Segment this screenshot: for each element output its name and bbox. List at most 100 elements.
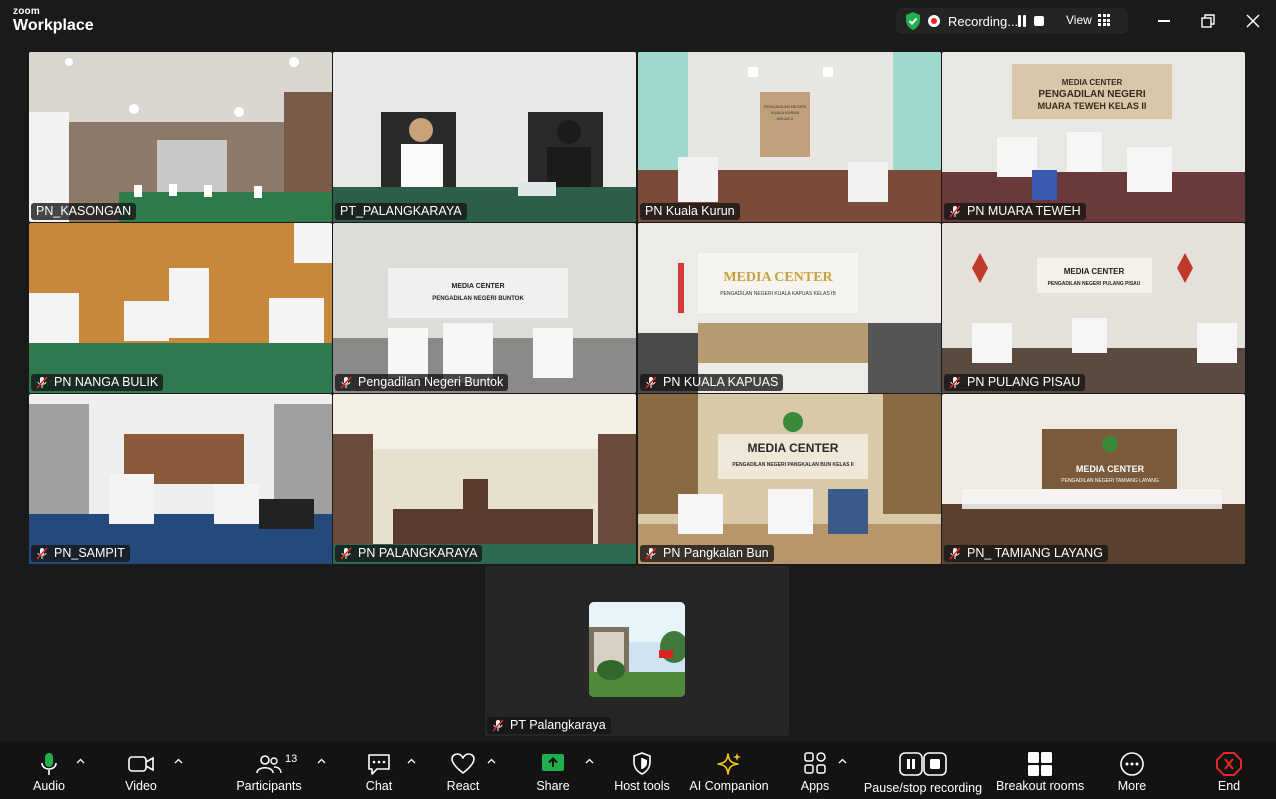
participant-video-feed: MEDIA CENTER PENGADILAN NEGERI BUNTOK bbox=[333, 223, 636, 393]
stop-recording-icon[interactable] bbox=[1034, 16, 1044, 26]
participant-video-feed bbox=[29, 394, 332, 564]
video-tile[interactable]: PN PALANGKARAYA bbox=[333, 394, 636, 564]
wall-sign-line: MEDIA CENTER bbox=[451, 283, 504, 290]
end-meeting-icon bbox=[1216, 752, 1242, 776]
participants-options-chevron-icon[interactable] bbox=[317, 757, 326, 766]
encryption-shield-icon[interactable] bbox=[904, 11, 922, 31]
muted-mic-icon bbox=[36, 376, 48, 389]
breakout-rooms-button[interactable]: Breakout rooms bbox=[996, 741, 1084, 799]
grid-view-icon[interactable] bbox=[1098, 14, 1110, 26]
video-tile[interactable]: MEDIA CENTER PENGADILAN NEGERI PANGKALAN… bbox=[638, 394, 941, 564]
participant-name-tag: PN MUARA TEWEH bbox=[944, 203, 1086, 220]
brand-small: zoom bbox=[13, 6, 40, 17]
chat-bubble-icon bbox=[368, 754, 390, 775]
participant-video-feed: MEDIA CENTER PENGADILAN NEGERI PANGKALAN… bbox=[638, 394, 941, 564]
participant-name-tag: PN Kuala Kurun bbox=[640, 203, 740, 220]
minimize-button[interactable] bbox=[1152, 9, 1176, 33]
video-tile[interactable]: MEDIA CENTER PENGADILAN NEGERI PULANG PI… bbox=[942, 223, 1245, 393]
participant-name-tag: PN PULANG PISAU bbox=[944, 374, 1086, 391]
share-label: Share bbox=[536, 779, 570, 793]
close-window-icon[interactable] bbox=[1241, 9, 1265, 33]
participants-label: Participants bbox=[236, 779, 302, 793]
pause-stop-recording-button[interactable]: Pause/stop recording bbox=[862, 741, 984, 799]
muted-mic-icon bbox=[949, 376, 961, 389]
video-tile[interactable]: MEDIA CENTER PENGADILAN NEGERI BUNTOK Pe… bbox=[333, 223, 636, 393]
participant-video-feed: MEDIA CENTER PENGADILAN NEGERI MUARA TEW… bbox=[942, 52, 1245, 222]
wall-sign-line: KELAS II bbox=[777, 116, 793, 121]
wall-sign-line: MEDIA CENTER bbox=[1076, 464, 1145, 474]
participants-count-badge: 13 bbox=[285, 753, 298, 765]
chat-button[interactable]: Chat bbox=[354, 741, 404, 799]
video-tile[interactable]: PENGADILAN NEGERI KUALA KURUN KELAS II P… bbox=[638, 52, 941, 222]
wall-sign-line: MEDIA CENTER bbox=[748, 441, 839, 455]
wall-sign-line: MEDIA CENTER bbox=[723, 270, 833, 285]
wall-sign-line: MUARA TEWEH KELAS II bbox=[1038, 101, 1147, 111]
more-dots-icon bbox=[1120, 752, 1144, 776]
participant-video-feed bbox=[333, 394, 636, 564]
wall-sign-line: PENGADILAN NEGERI TAMIANG LAYANG bbox=[1061, 478, 1159, 484]
participant-name-tag: PN PALANGKARAYA bbox=[335, 545, 483, 562]
muted-mic-icon bbox=[949, 547, 961, 560]
chat-options-chevron-icon[interactable] bbox=[407, 757, 416, 766]
muted-mic-icon bbox=[36, 547, 48, 560]
self-video-tile[interactable]: PT Palangkaraya bbox=[485, 566, 789, 736]
video-tile[interactable]: PN NANGA BULIK bbox=[29, 223, 332, 393]
video-button[interactable]: Video bbox=[116, 741, 166, 799]
video-tile[interactable]: PN_SAMPIT bbox=[29, 394, 332, 564]
end-label: End bbox=[1217, 779, 1241, 793]
video-tile[interactable]: PN_KASONGAN bbox=[29, 52, 332, 222]
share-options-chevron-icon[interactable] bbox=[585, 757, 594, 766]
audio-button[interactable]: Audio bbox=[24, 741, 74, 799]
react-options-chevron-icon[interactable] bbox=[487, 757, 496, 766]
video-tile[interactable]: MEDIA CENTER PENGADILAN NEGERI TAMIANG L… bbox=[942, 394, 1245, 564]
apps-options-chevron-icon[interactable] bbox=[838, 757, 847, 766]
title-bar: zoom Workplace Recording... View bbox=[0, 0, 1276, 42]
wall-sign-line: MEDIA CENTER bbox=[1062, 78, 1123, 87]
wall-sign-line: PENGADILAN NEGERI BUNTOK bbox=[432, 296, 524, 302]
recording-dot-icon bbox=[928, 15, 940, 27]
video-tile[interactable]: MEDIA CENTER PENGADILAN NEGERI KUALA KAP… bbox=[638, 223, 941, 393]
wall-sign-line: PENGADILAN NEGERI bbox=[764, 104, 806, 109]
host-shield-icon bbox=[633, 752, 651, 775]
video-options-chevron-icon[interactable] bbox=[174, 757, 183, 766]
end-meeting-button[interactable]: End bbox=[1204, 741, 1254, 799]
wall-sign-line: PENGADILAN NEGERI PANGKALAN BUN KELAS II bbox=[732, 462, 854, 468]
participant-name-tag: PN Pangkalan Bun bbox=[640, 545, 774, 562]
react-label: React bbox=[446, 779, 480, 793]
muted-mic-icon bbox=[645, 547, 657, 560]
muted-mic-icon bbox=[340, 547, 352, 560]
participant-avatar bbox=[589, 602, 685, 697]
participant-name-tag: PN NANGA BULIK bbox=[31, 374, 164, 391]
meeting-controls-toolbar: Audio Video Participants 13 Chat React S… bbox=[0, 741, 1276, 799]
wall-sign-line: PENGADILAN NEGERI KUALA KAPUAS KELAS IB bbox=[720, 291, 836, 297]
muted-mic-icon bbox=[949, 205, 961, 218]
view-button[interactable]: View bbox=[1066, 13, 1092, 27]
video-tile[interactable]: MEDIA CENTER PENGADILAN NEGERI MUARA TEW… bbox=[942, 52, 1245, 222]
brand-big: Workplace bbox=[13, 17, 94, 34]
apps-label: Apps bbox=[800, 779, 830, 793]
app-logo: zoom Workplace bbox=[13, 7, 94, 34]
host-tools-button[interactable]: Host tools bbox=[610, 741, 674, 799]
audio-options-chevron-icon[interactable] bbox=[76, 757, 85, 766]
participant-name-tag: PN KUALA KAPUAS bbox=[640, 374, 784, 391]
participant-video-feed: MEDIA CENTER PENGADILAN NEGERI PULANG PI… bbox=[942, 223, 1245, 393]
ai-companion-label: AI Companion bbox=[689, 779, 769, 793]
participant-video-feed: MEDIA CENTER PENGADILAN NEGERI TAMIANG L… bbox=[942, 394, 1245, 564]
heart-icon bbox=[451, 753, 475, 774]
wall-sign-line: PENGADILAN NEGERI bbox=[1038, 89, 1145, 100]
apps-button[interactable]: Apps bbox=[790, 741, 840, 799]
participant-name-tag: PN_KASONGAN bbox=[31, 203, 137, 220]
react-button[interactable]: React bbox=[438, 741, 488, 799]
recording-label: Recording... bbox=[948, 14, 1019, 29]
video-tile-active-speaker[interactable]: PT_PALANGKARAYA bbox=[333, 52, 636, 222]
share-screen-button[interactable]: Share bbox=[528, 741, 578, 799]
participants-button[interactable]: Participants bbox=[234, 741, 304, 799]
more-button[interactable]: More bbox=[1107, 741, 1157, 799]
participant-name-tag: Pengadilan Negeri Buntok bbox=[335, 374, 509, 391]
audio-label: Audio bbox=[33, 779, 65, 793]
restore-window-icon[interactable] bbox=[1196, 9, 1220, 33]
video-camera-icon bbox=[128, 756, 154, 772]
breakout-rooms-icon bbox=[1028, 752, 1052, 776]
ai-companion-button[interactable]: AI Companion bbox=[688, 741, 770, 799]
pause-recording-icon[interactable] bbox=[1017, 15, 1028, 27]
